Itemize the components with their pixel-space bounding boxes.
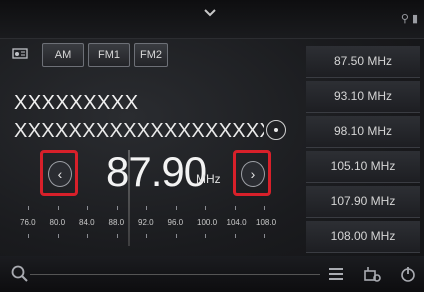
seek-up-button[interactable]: › [233, 150, 271, 196]
scale-tick [87, 234, 88, 238]
scale-label: 104.0 [226, 218, 247, 227]
chevron-right-icon: › [241, 161, 265, 187]
chevron-down-icon[interactable] [201, 6, 219, 20]
preset-button[interactable]: 87.50 MHz [306, 46, 420, 78]
scale-tick [146, 234, 147, 238]
preset-button[interactable]: 107.90 MHz [306, 186, 420, 218]
preset-button[interactable]: 98.10 MHz [306, 116, 420, 148]
info-button[interactable] [266, 120, 286, 140]
frequency-display: 87.90 [106, 148, 207, 195]
scale-label: 76.0 [20, 218, 36, 227]
scale-tick [175, 206, 177, 210]
settings-icon[interactable] [362, 264, 382, 284]
frequency-scale[interactable]: 76.0 80.0 84.0 88.0 92.0 96.0 100.0 104.… [20, 200, 294, 248]
radio-icon [12, 48, 28, 59]
scale-tick [87, 206, 88, 210]
seek-down-button[interactable]: ‹ [40, 150, 78, 196]
list-icon[interactable] [326, 264, 346, 284]
scale-tick [116, 234, 118, 238]
scale-tick [57, 206, 59, 210]
scale-tick [205, 206, 206, 210]
band-am-button[interactable]: AM [42, 43, 84, 67]
band-fm1-button[interactable]: FM1 [88, 43, 130, 67]
scale-label: 96.0 [167, 218, 184, 227]
station-name: XXXXXXXXX [14, 92, 139, 114]
scale-tick [234, 234, 236, 238]
scale-label: 80.0 [49, 218, 66, 227]
scale-label: 84.0 [79, 218, 95, 227]
scale-tick [57, 234, 59, 238]
scale-label: 108.0 [256, 218, 277, 227]
scale-tick [28, 234, 29, 238]
power-icon[interactable] [398, 264, 418, 284]
chevron-left-icon: ‹ [48, 161, 72, 187]
scale-tick [264, 234, 265, 238]
preset-button[interactable]: 93.10 MHz [306, 81, 420, 113]
bottom-bar [0, 256, 424, 292]
scale-label: 100.0 [197, 218, 218, 227]
scale-tick [116, 206, 118, 210]
scale-label: 92.0 [138, 218, 154, 227]
frequency-unit: MHz [196, 172, 221, 186]
search-icon[interactable] [10, 264, 30, 284]
scale-tick [28, 206, 29, 210]
scale-tick [264, 206, 265, 210]
radio-screen: ⚲ ▮ AM FM1 FM2 XXXXXXXXX XXXXXXXXXXXXXXX… [0, 0, 424, 292]
preset-button[interactable]: 108.00 MHz [306, 221, 420, 253]
scale-label: 88.0 [108, 218, 125, 227]
status-icons: ⚲ ▮ [400, 13, 418, 25]
scale-tick [175, 234, 177, 238]
preset-list: 87.50 MHz 93.10 MHz 98.10 MHz 105.10 MHz… [306, 46, 420, 256]
scale-tick [234, 206, 236, 210]
station-info: XXXXXXXXXXXXXXXXXXXXX [14, 120, 264, 142]
scale-tick [146, 206, 147, 210]
top-bar: ⚲ ▮ [0, 0, 424, 39]
preset-button[interactable]: 105.10 MHz [306, 151, 420, 183]
divider [30, 274, 320, 275]
band-fm2-button[interactable]: FM2 [134, 43, 168, 67]
scale-tick [205, 234, 206, 238]
